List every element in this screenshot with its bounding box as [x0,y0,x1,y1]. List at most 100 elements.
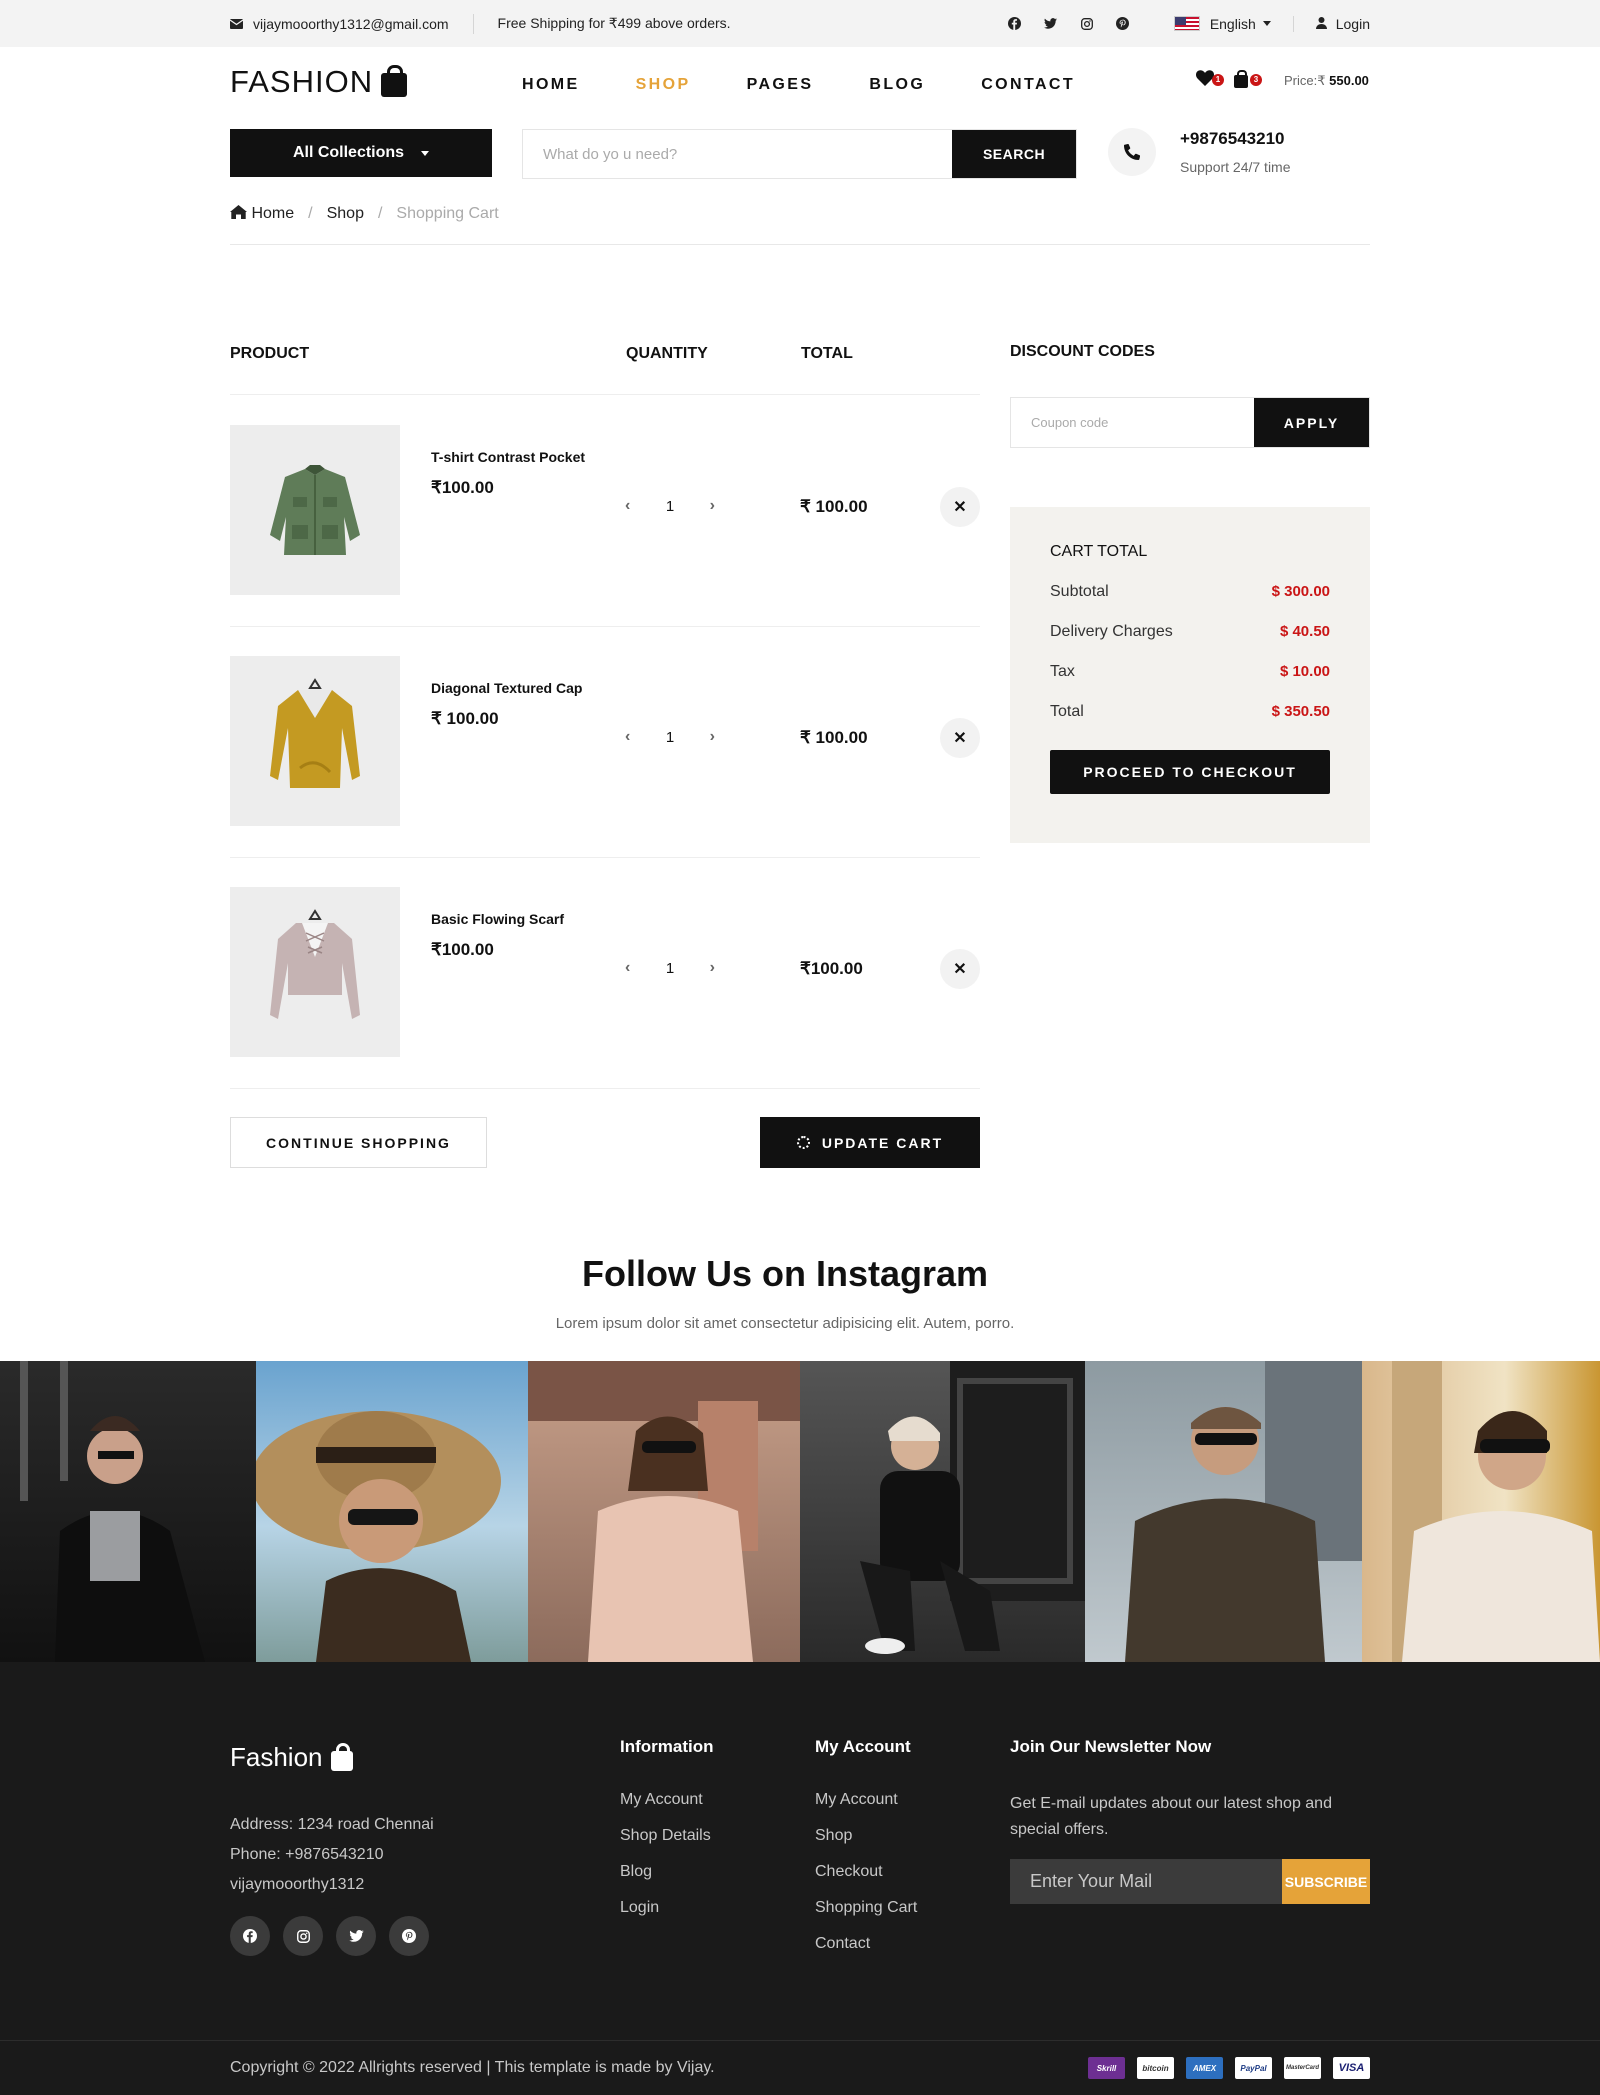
wishlist-heart-icon[interactable]: 1 [1196,70,1224,91]
footer: Fashion Address: 1234 road Chennai Phone… [0,1662,1600,2095]
header-price: Price:₹ 550.00 [1284,72,1369,88]
chevron-left-icon[interactable]: ‹ [625,497,630,515]
header-total: TOTAL [801,345,853,362]
product-image-sweater[interactable] [230,656,400,826]
instagram-photo[interactable] [1085,1361,1362,1662]
breadcrumb-shop[interactable]: Shop [327,205,364,244]
product-image-jacket[interactable] [230,425,400,595]
footer-link[interactable]: My Account [815,1791,917,1827]
checkout-button[interactable]: PROCEED TO CHECKOUT [1050,750,1330,794]
us-flag-icon [1173,16,1200,31]
product-name[interactable]: T-shirt Contrast Pocket [431,449,585,465]
nav-contact[interactable]: CONTACT [981,76,1075,94]
apply-button[interactable]: APPLY [1254,398,1369,447]
language-selector[interactable]: English [1173,16,1271,32]
search-bar: SEARCH [522,129,1077,179]
subscribe-button[interactable]: SUBSCRIBE [1282,1859,1370,1904]
footer-link[interactable]: Shopping Cart [815,1899,917,1935]
remove-item-button[interactable]: ✕ [940,718,980,758]
continue-shopping-button[interactable]: CONTINUE SHOPPING [230,1117,487,1168]
cart-total-panel: CART TOTAL Subtotal $ 300.00 Delivery Cha… [1010,507,1370,843]
nav-pages[interactable]: PAGES [747,76,814,94]
footer-link[interactable]: Contact [815,1935,917,1971]
all-collections-dropdown[interactable]: All Collections [230,129,492,177]
header-product: PRODUCT [230,345,310,362]
product-image-cardigan[interactable] [230,887,400,1057]
my-account-column: My Account My Account Shop Checkout Shop… [815,1737,917,1971]
chevron-left-icon[interactable]: ‹ [625,728,630,746]
instagram-icon[interactable] [283,1916,323,1956]
cart-row: Basic Flowing Scarf ₹100.00 ‹ 1 › ₹100.0… [230,858,980,1089]
row-total: ₹100.00 [800,959,863,978]
instagram-photo[interactable] [800,1361,1085,1662]
chevron-right-icon[interactable]: › [710,497,715,515]
footer-email: vijaymooorthy1312 [230,1876,365,1893]
product-name[interactable]: Diagonal Textured Cap [431,680,582,696]
instagram-photo[interactable] [0,1361,256,1662]
login-label: Login [1335,15,1370,32]
footer-link[interactable]: Login [620,1899,714,1935]
update-cart-button[interactable]: UPDATE CART [760,1117,980,1168]
information-column: Information My Account Shop Details Blog… [620,1737,714,1935]
quantity-value[interactable]: 1 [666,729,674,746]
top-email: vijaymooorthy1312@gmail.com [229,15,449,32]
login-link[interactable]: Login [1292,15,1370,32]
footer-link[interactable]: Blog [620,1863,714,1899]
chevron-left-icon[interactable]: ‹ [625,959,630,977]
envelope-icon [229,16,244,32]
pinterest-icon[interactable] [1116,17,1130,31]
top-email-text: vijaymooorthy1312@gmail.com [253,15,449,32]
cart-count-badge: 3 [1250,74,1262,86]
product-price: ₹100.00 [431,940,494,959]
footer-phone: Phone: +9876543210 [230,1846,384,1863]
breadcrumb-home[interactable]: Home [230,205,294,244]
row-total: ₹ 100.00 [800,497,868,516]
logo[interactable]: FASHION [230,64,408,100]
nav-shop[interactable]: SHOP [636,76,691,94]
header-icons: 1 3 Price:₹ 550.00 [1196,70,1369,91]
cart-bag-icon[interactable]: 3 [1234,70,1262,91]
twitter-icon[interactable] [1044,17,1058,31]
instagram-photo[interactable] [1362,1361,1600,1662]
twitter-icon[interactable] [336,1916,376,1956]
instagram-photo[interactable] [528,1361,800,1662]
remove-item-button[interactable]: ✕ [940,487,980,527]
total-row: Total $ 350.50 [1050,703,1330,720]
footer-link[interactable]: Shop Details [620,1827,714,1863]
caret-down-icon [421,150,430,156]
nav-blog[interactable]: BLOG [869,76,925,94]
product-price: ₹ 100.00 [431,709,499,728]
wishlist-count-badge: 1 [1212,74,1224,86]
instagram-title: Follow Us on Instagram [581,1253,989,1294]
newsletter-email-input[interactable] [1010,1859,1282,1904]
cart-row: Diagonal Textured Cap ₹ 100.00 ‹ 1 › ₹ 1… [230,627,980,858]
breadcrumb: Home / Shop / Shopping Cart [230,205,1370,245]
product-name[interactable]: Basic Flowing Scarf [431,911,564,927]
coupon-input[interactable] [1011,398,1254,447]
footer-link[interactable]: Checkout [815,1863,917,1899]
chevron-right-icon[interactable]: › [710,959,715,977]
pinterest-icon[interactable] [389,1916,429,1956]
chevron-right-icon[interactable]: › [710,728,715,746]
visa-icon: VISA [1333,2057,1370,2079]
instagram-icon[interactable] [1080,17,1094,31]
search-input[interactable] [523,130,952,178]
paypal-icon: PayPal [1235,2057,1272,2079]
search-button[interactable]: SEARCH [952,130,1076,178]
nav-home[interactable]: HOME [522,76,580,94]
footer-link[interactable]: Shop [815,1827,917,1863]
footer-logo[interactable]: Fashion [230,1742,353,1773]
quantity-value[interactable]: 1 [666,960,674,977]
facebook-icon[interactable] [230,1916,270,1956]
remove-item-button[interactable]: ✕ [940,949,980,989]
tax-row: Tax $ 10.00 [1050,663,1330,680]
coupon-form: APPLY [1010,397,1370,448]
product-price: ₹100.00 [431,478,494,497]
instagram-photo[interactable] [256,1361,528,1662]
support-phone[interactable]: +9876543210 [1180,129,1291,149]
cart-total-title: CART TOTAL [1050,543,1148,560]
top-bar: vijaymooorthy1312@gmail.com Free Shippin… [0,0,1600,47]
quantity-value[interactable]: 1 [666,498,674,515]
footer-link[interactable]: My Account [620,1791,714,1827]
facebook-icon[interactable] [1008,17,1022,31]
